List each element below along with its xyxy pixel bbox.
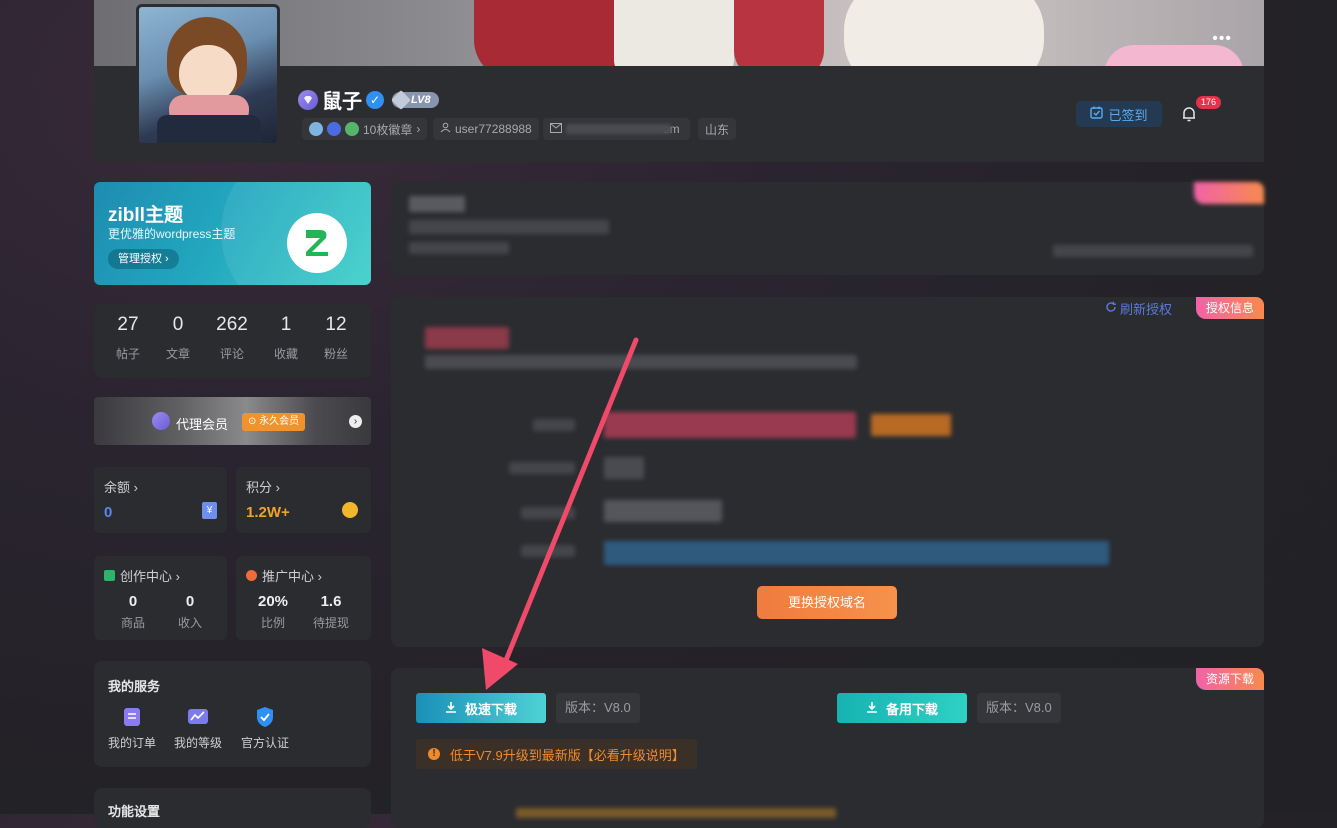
stat-comments[interactable]: 262 评论: [207, 314, 257, 362]
service-level[interactable]: 我的等级: [168, 706, 228, 751]
upgrade-notice-link[interactable]: ! 低于V7.9升级到最新版【必看升级说明】: [416, 739, 697, 769]
medals-count: 10枚徽章: [363, 122, 413, 137]
zibll-logo-icon: [287, 213, 347, 273]
refresh-license-button[interactable]: 刷新授权: [1105, 299, 1172, 318]
download-icon: [445, 701, 457, 716]
backup-version: 版本：V8.0: [977, 693, 1061, 723]
creator-label: 创作中心: [120, 569, 173, 584]
fast-download-label: 极速下载: [464, 701, 517, 717]
promo-subtitle: 更优雅的wordpress主题: [108, 227, 236, 241]
calendar-check-icon: [1090, 106, 1104, 122]
level-badge: LV8: [391, 89, 439, 110]
resource-download-tag: 资源下载: [1195, 668, 1264, 690]
user-stats-card: 27 帖子 0 文章 262 评论 1 收藏 12 粉丝: [94, 304, 371, 378]
user-id: user77288988: [455, 122, 532, 136]
verified-shield-icon: [254, 706, 276, 728]
membership-tag: ⊙ 永久会员: [242, 413, 306, 431]
download-icon: [866, 701, 878, 716]
redacted-info-card: [391, 182, 1264, 275]
membership-bar[interactable]: [94, 397, 371, 445]
upgrade-notice: 低于V7.9升级到最新版【必看升级说明】: [450, 747, 685, 763]
change-domain-button[interactable]: 更换授权域名: [757, 586, 897, 619]
balance-value: 0: [104, 504, 113, 521]
order-icon: [121, 706, 143, 728]
promotion-icon: [246, 570, 257, 581]
avatar[interactable]: [136, 4, 280, 146]
points-label: 积分: [246, 480, 273, 495]
balance-label: 余额: [104, 480, 131, 495]
coins-icon: [342, 502, 358, 518]
medal-icon: [327, 122, 341, 136]
service-verify[interactable]: 官方认证: [235, 706, 295, 751]
email-tag: om: [543, 118, 690, 140]
membership-label: 代理会员: [176, 417, 229, 432]
stat-articles[interactable]: 0 文章: [153, 314, 203, 362]
location-tag: 山东: [698, 118, 737, 140]
promotion-pending: 1.6 待提现: [312, 593, 349, 630]
medals-link[interactable]: 10枚徽章 ›: [302, 118, 428, 140]
redacted-email: [566, 124, 671, 134]
services-title: 我的服务: [108, 679, 161, 694]
user-id-tag: user77288988: [433, 118, 539, 140]
redacted-tag: [1194, 182, 1264, 204]
manage-license-label: 管理授权: [118, 253, 162, 265]
stat-favorites[interactable]: 1 收藏: [261, 314, 311, 362]
stat-posts[interactable]: 27 帖子: [103, 314, 153, 362]
promotion-rate: 20% 比例: [257, 593, 289, 630]
feature-settings-card: 功能设置: [94, 788, 371, 828]
service-orders[interactable]: 我的订单: [102, 706, 162, 751]
creator-products: 0 商品: [120, 593, 145, 630]
stat-followers[interactable]: 12 粉丝: [311, 314, 361, 362]
yuan-icon: ¥: [202, 502, 217, 519]
creator-income: 0 收入: [177, 593, 202, 630]
points-card[interactable]: 积分 › 1.2W+: [236, 467, 371, 533]
level-chart-icon: [187, 706, 209, 728]
chevron-right-icon: ›: [416, 122, 421, 136]
notification-count-badge: 176: [1196, 96, 1222, 109]
location: 山东: [705, 122, 730, 137]
fast-download-button[interactable]: 极速下载: [416, 693, 546, 723]
signed-in-button[interactable]: 已签到: [1076, 101, 1162, 127]
level-label: LV8: [411, 93, 431, 106]
service-label: 官方认证: [240, 736, 289, 750]
fast-version: 版本：V8.0: [556, 693, 640, 723]
promotion-label: 推广中心: [262, 569, 315, 584]
chevron-right-icon[interactable]: ›: [349, 415, 362, 428]
username: 鼠子: [322, 91, 362, 113]
more-options-icon[interactable]: •••: [1212, 30, 1232, 48]
service-label: 我的订单: [107, 736, 156, 750]
points-value: 1.2W+: [246, 504, 290, 521]
user-icon: [440, 122, 451, 136]
refresh-label: 刷新授权: [1120, 302, 1173, 317]
backup-download-label: 备用下载: [885, 701, 938, 717]
manage-license-button[interactable]: 管理授权 ›: [108, 249, 179, 269]
license-info-tag: 授权信息: [1195, 297, 1264, 319]
medal-icon: [345, 122, 359, 136]
backup-download-button[interactable]: 备用下载: [837, 693, 967, 723]
signed-label: 已签到: [1108, 107, 1148, 123]
creator-icon: [104, 570, 115, 581]
refresh-icon: [1105, 301, 1117, 316]
service-label: 我的等级: [173, 736, 222, 750]
username-row: 鼠子 ✓ LV8: [298, 85, 439, 114]
bell-icon[interactable]: [1180, 105, 1198, 123]
balance-card[interactable]: 余额 › 0 ¥: [94, 467, 227, 533]
settings-title: 功能设置: [108, 804, 161, 819]
vip-diamond-icon: [298, 89, 318, 110]
promo-title: zibll主题: [108, 205, 183, 226]
vip-diamond-icon: [152, 412, 170, 430]
mail-icon: [550, 122, 562, 136]
info-icon: !: [428, 748, 440, 760]
membership-tag-label: 永久会员: [259, 416, 300, 427]
verified-icon: ✓: [366, 90, 384, 109]
medal-icon: [309, 122, 323, 136]
